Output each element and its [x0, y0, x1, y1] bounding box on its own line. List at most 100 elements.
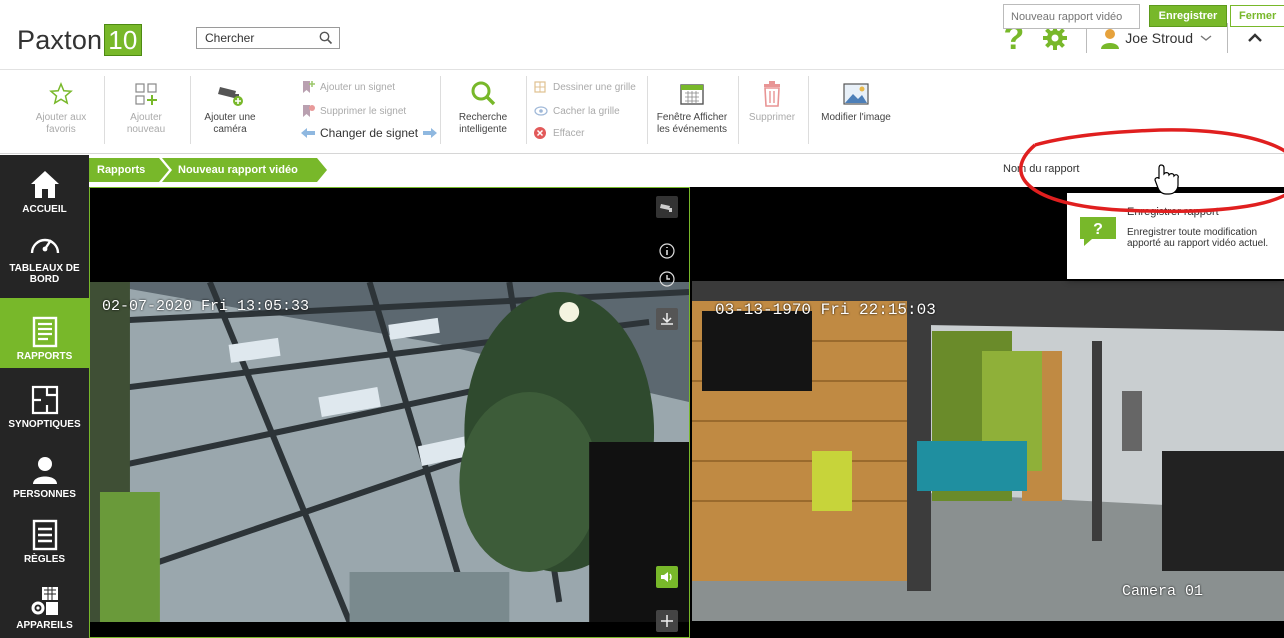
nav-item-rules[interactable]: RÈGLES	[0, 505, 89, 571]
history-button[interactable]	[656, 268, 678, 290]
arrow-right-icon	[423, 128, 438, 138]
search-icon	[471, 81, 496, 106]
add-favorites-label: Ajouter aux favoris	[35, 112, 87, 135]
bookmark-remove-icon	[303, 105, 315, 117]
info-button[interactable]	[656, 240, 678, 262]
breadcrumb-bar: Rapports Nouveau rapport vidéo Nom du ra…	[89, 155, 1284, 187]
image-edit-icon	[843, 83, 869, 105]
clear-label: Effacer	[553, 127, 585, 139]
eye-hide-icon	[534, 106, 548, 116]
logo-text: Paxton	[17, 24, 103, 55]
ribbon-divider	[647, 76, 648, 144]
delete-label: Supprimer	[748, 112, 796, 123]
speaker-icon	[661, 572, 672, 582]
remove-bookmark-label: Supprimer le signet	[320, 105, 407, 117]
nav-item-synoptics[interactable]: SYNOPTIQUES	[0, 370, 89, 436]
nav-label: ACCUEIL	[22, 204, 67, 215]
report-name-field[interactable]	[1003, 4, 1140, 29]
clear-icon	[534, 127, 546, 139]
edit-image-button[interactable]: Modifier l'image	[814, 76, 898, 124]
delete-button[interactable]: Supprimer	[742, 76, 802, 124]
report-name-label: Nom du rapport	[1003, 163, 1080, 175]
events-window-label: Fenêtre Afficher les événements	[656, 112, 728, 135]
ribbon-divider	[190, 76, 191, 144]
grid-draw-icon	[534, 81, 546, 93]
breadcrumb-item-new-report[interactable]: Nouveau rapport vidéo	[178, 158, 298, 182]
report-name-input[interactable]	[1004, 5, 1139, 28]
toolbar-ribbon: Ajouter aux favoris Ajouter nouveau Ajou…	[0, 70, 1284, 154]
paxton-logo[interactable]: Paxton 10	[17, 24, 142, 56]
nav-item-reports[interactable]: RAPPORTS	[0, 298, 89, 368]
calendar-icon	[680, 84, 704, 105]
collapse-ribbon-button[interactable]	[1240, 23, 1270, 53]
draw-grid-button[interactable]: Dessiner une grille	[533, 80, 636, 94]
change-bookmark-button[interactable]: Changer de signet	[300, 126, 438, 140]
nav-item-devices[interactable]: APPAREILS	[0, 569, 89, 637]
chevron-up-icon	[1248, 33, 1262, 42]
app-window: Paxton10 ? Joe Stroud	[0, 0, 1284, 638]
search-icon[interactable]	[319, 31, 333, 45]
save-button[interactable]: Enregistrer	[1149, 5, 1227, 27]
rules-list-icon	[32, 519, 57, 551]
ribbon-divider	[104, 76, 105, 144]
add-new-label: Ajouter nouveau	[126, 112, 166, 135]
remove-bookmark-button[interactable]: Supprimer le signet	[300, 104, 406, 118]
search-input[interactable]	[197, 28, 315, 48]
add-camera-button[interactable]: Ajouter une caméra	[198, 76, 262, 136]
info-icon	[659, 243, 675, 259]
ribbon-divider	[808, 76, 809, 144]
zoom-in-button[interactable]	[656, 610, 678, 632]
edit-image-label: Modifier l'image	[821, 112, 891, 123]
camera-toggle-button[interactable]	[656, 196, 678, 218]
download-button[interactable]	[656, 308, 678, 330]
nav-item-people[interactable]: PERSONNES	[0, 440, 89, 506]
nav-item-home[interactable]: ACCUEIL	[0, 155, 89, 221]
change-bookmark-label: Changer de signet	[320, 126, 419, 140]
video-pane-left[interactable]: 02-07-2020 Fri 13:05:33	[89, 187, 690, 638]
ribbon-divider	[738, 76, 739, 144]
hide-grid-label: Cacher la grille	[553, 105, 620, 117]
left-navigation: ACCUEIL TABLEAUX DE BORD RAPPORTS SYNOPT…	[0, 155, 89, 638]
chevron-down-icon[interactable]	[1199, 33, 1213, 43]
home-icon	[30, 171, 59, 198]
devices-icon	[31, 587, 58, 615]
add-favorites-button[interactable]: Ajouter aux favoris	[26, 76, 96, 136]
search-box[interactable]	[196, 27, 340, 49]
help-bubble-icon: ?	[1080, 217, 1116, 246]
events-window-button[interactable]: Fenêtre Afficher les événements	[652, 76, 732, 136]
smart-search-label: Recherche intelligente	[458, 112, 508, 135]
ribbon-divider	[526, 76, 527, 144]
bookmark-add-icon	[303, 81, 315, 93]
smart-search-button[interactable]: Recherche intelligente	[446, 76, 520, 136]
add-camera-label: Ajouter une caméra	[204, 112, 256, 135]
tooltip-description: Enregistrer toute modification apporté a…	[1127, 227, 1269, 249]
ribbon-divider	[440, 76, 441, 144]
camera-feed-left	[90, 282, 689, 622]
report-document-icon	[32, 316, 57, 348]
floorplan-icon	[31, 385, 58, 415]
close-button[interactable]: Fermer	[1230, 5, 1284, 27]
nav-label: RAPPORTS	[16, 351, 73, 362]
add-bookmark-button[interactable]: Ajouter un signet	[300, 80, 395, 94]
clock-icon	[659, 271, 675, 287]
add-grid-icon	[135, 83, 157, 105]
nav-label: RÈGLES	[23, 554, 66, 565]
breadcrumb-item-reports[interactable]: Rapports	[97, 158, 145, 182]
camera-add-icon	[218, 87, 243, 106]
add-new-button[interactable]: Ajouter nouveau	[110, 76, 182, 136]
nav-item-dashboards[interactable]: TABLEAUX DE BORD	[0, 225, 89, 291]
add-bookmark-label: Ajouter un signet	[320, 81, 396, 93]
hide-grid-button[interactable]: Cacher la grille	[533, 104, 620, 118]
download-icon	[661, 313, 673, 325]
clear-button[interactable]: Effacer	[533, 126, 585, 140]
nav-label: TABLEAUX DE BORD	[9, 263, 80, 285]
star-icon	[49, 82, 73, 105]
user-menu[interactable]: Joe Stroud	[1099, 27, 1213, 49]
timestamp-right: 03-13-1970 Fri 22:15:03	[715, 301, 936, 319]
save-tooltip: ? Enregistrer rapport Enregistrer toute …	[1067, 193, 1284, 279]
tooltip-title: Enregistrer rapport	[1127, 206, 1219, 218]
user-avatar-icon	[1101, 29, 1120, 49]
plus-icon	[661, 615, 673, 627]
dashboard-gauge-icon	[30, 238, 59, 254]
volume-button[interactable]	[656, 566, 678, 588]
